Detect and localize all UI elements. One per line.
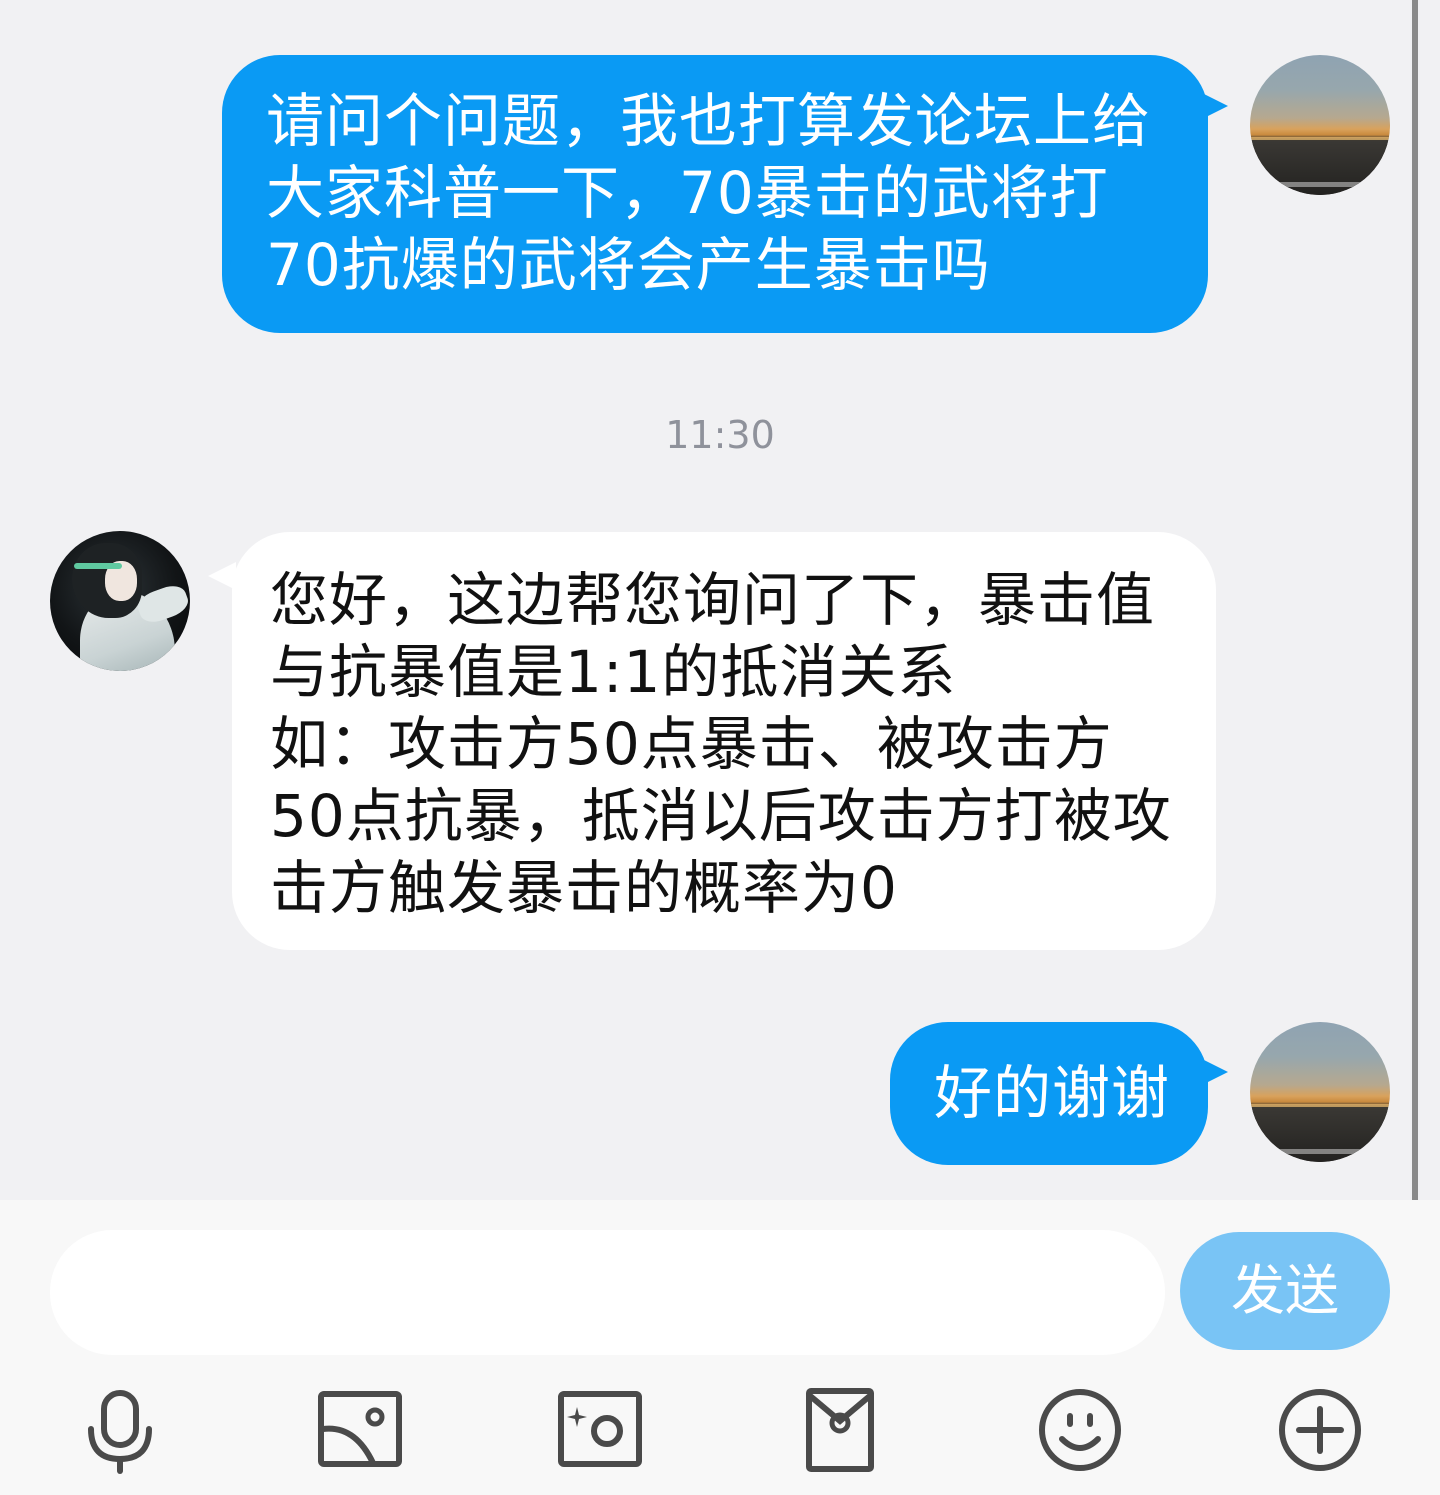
avatar-image: [1250, 1104, 1390, 1107]
red-packet-icon[interactable]: [795, 1385, 885, 1475]
scrollbar[interactable]: [1412, 0, 1418, 1200]
microphone-icon[interactable]: [75, 1385, 165, 1475]
message-timestamp: 11:30: [665, 413, 775, 457]
message-bubble-outgoing[interactable]: 请问个问题，我也打算发论坛上给 大家科普一下，70暴击的武将打 70抗爆的武将会…: [222, 55, 1208, 333]
send-button[interactable]: 发送: [1180, 1232, 1390, 1350]
message-line: 您好，这边帮您询问了下，暴击值: [270, 566, 1156, 634]
avatar-image: [1250, 182, 1390, 187]
message-line: 请问个问题，我也打算发论坛上给: [266, 87, 1152, 155]
avatar-image: [74, 563, 122, 569]
emoji-icon[interactable]: [1035, 1385, 1125, 1475]
message-line: 击方触发暴击的概率为0: [270, 854, 898, 922]
my-avatar[interactable]: [1250, 1022, 1390, 1162]
message-line: 如：攻击方50点暴击、被攻击方: [270, 710, 1113, 778]
message-line: 与抗暴值是1:1的抵消关系: [270, 638, 957, 706]
message-line: 大家科普一下，70暴击的武将打: [266, 159, 1109, 227]
message-line: 70抗爆的武将会产生暴击吗: [266, 231, 991, 299]
message-line: 好的谢谢: [934, 1059, 1171, 1127]
plus-icon[interactable]: [1275, 1385, 1365, 1475]
bubble-tail: [1200, 92, 1228, 120]
contact-avatar[interactable]: [50, 531, 190, 671]
my-avatar[interactable]: [1250, 55, 1390, 195]
message-line: 50点抗暴，抵消以后攻击方打被攻: [270, 782, 1172, 850]
avatar-image: [1250, 1149, 1390, 1154]
image-icon[interactable]: [315, 1385, 405, 1475]
chat-area[interactable]: 请问个问题，我也打算发论坛上给 大家科普一下，70暴击的武将打 70抗爆的武将会…: [0, 0, 1440, 1200]
message-bubble-incoming[interactable]: 您好，这边帮您询问了下，暴击值 与抗暴值是1:1的抵消关系 如：攻击方50点暴击…: [232, 532, 1216, 950]
message-input[interactable]: [50, 1230, 1165, 1355]
camera-icon[interactable]: [555, 1385, 645, 1475]
bubble-tail: [1200, 1058, 1228, 1086]
avatar-image: [1250, 137, 1390, 140]
message-bubble-outgoing[interactable]: 好的谢谢: [890, 1022, 1208, 1165]
composer-bar: 发送: [0, 1200, 1440, 1495]
